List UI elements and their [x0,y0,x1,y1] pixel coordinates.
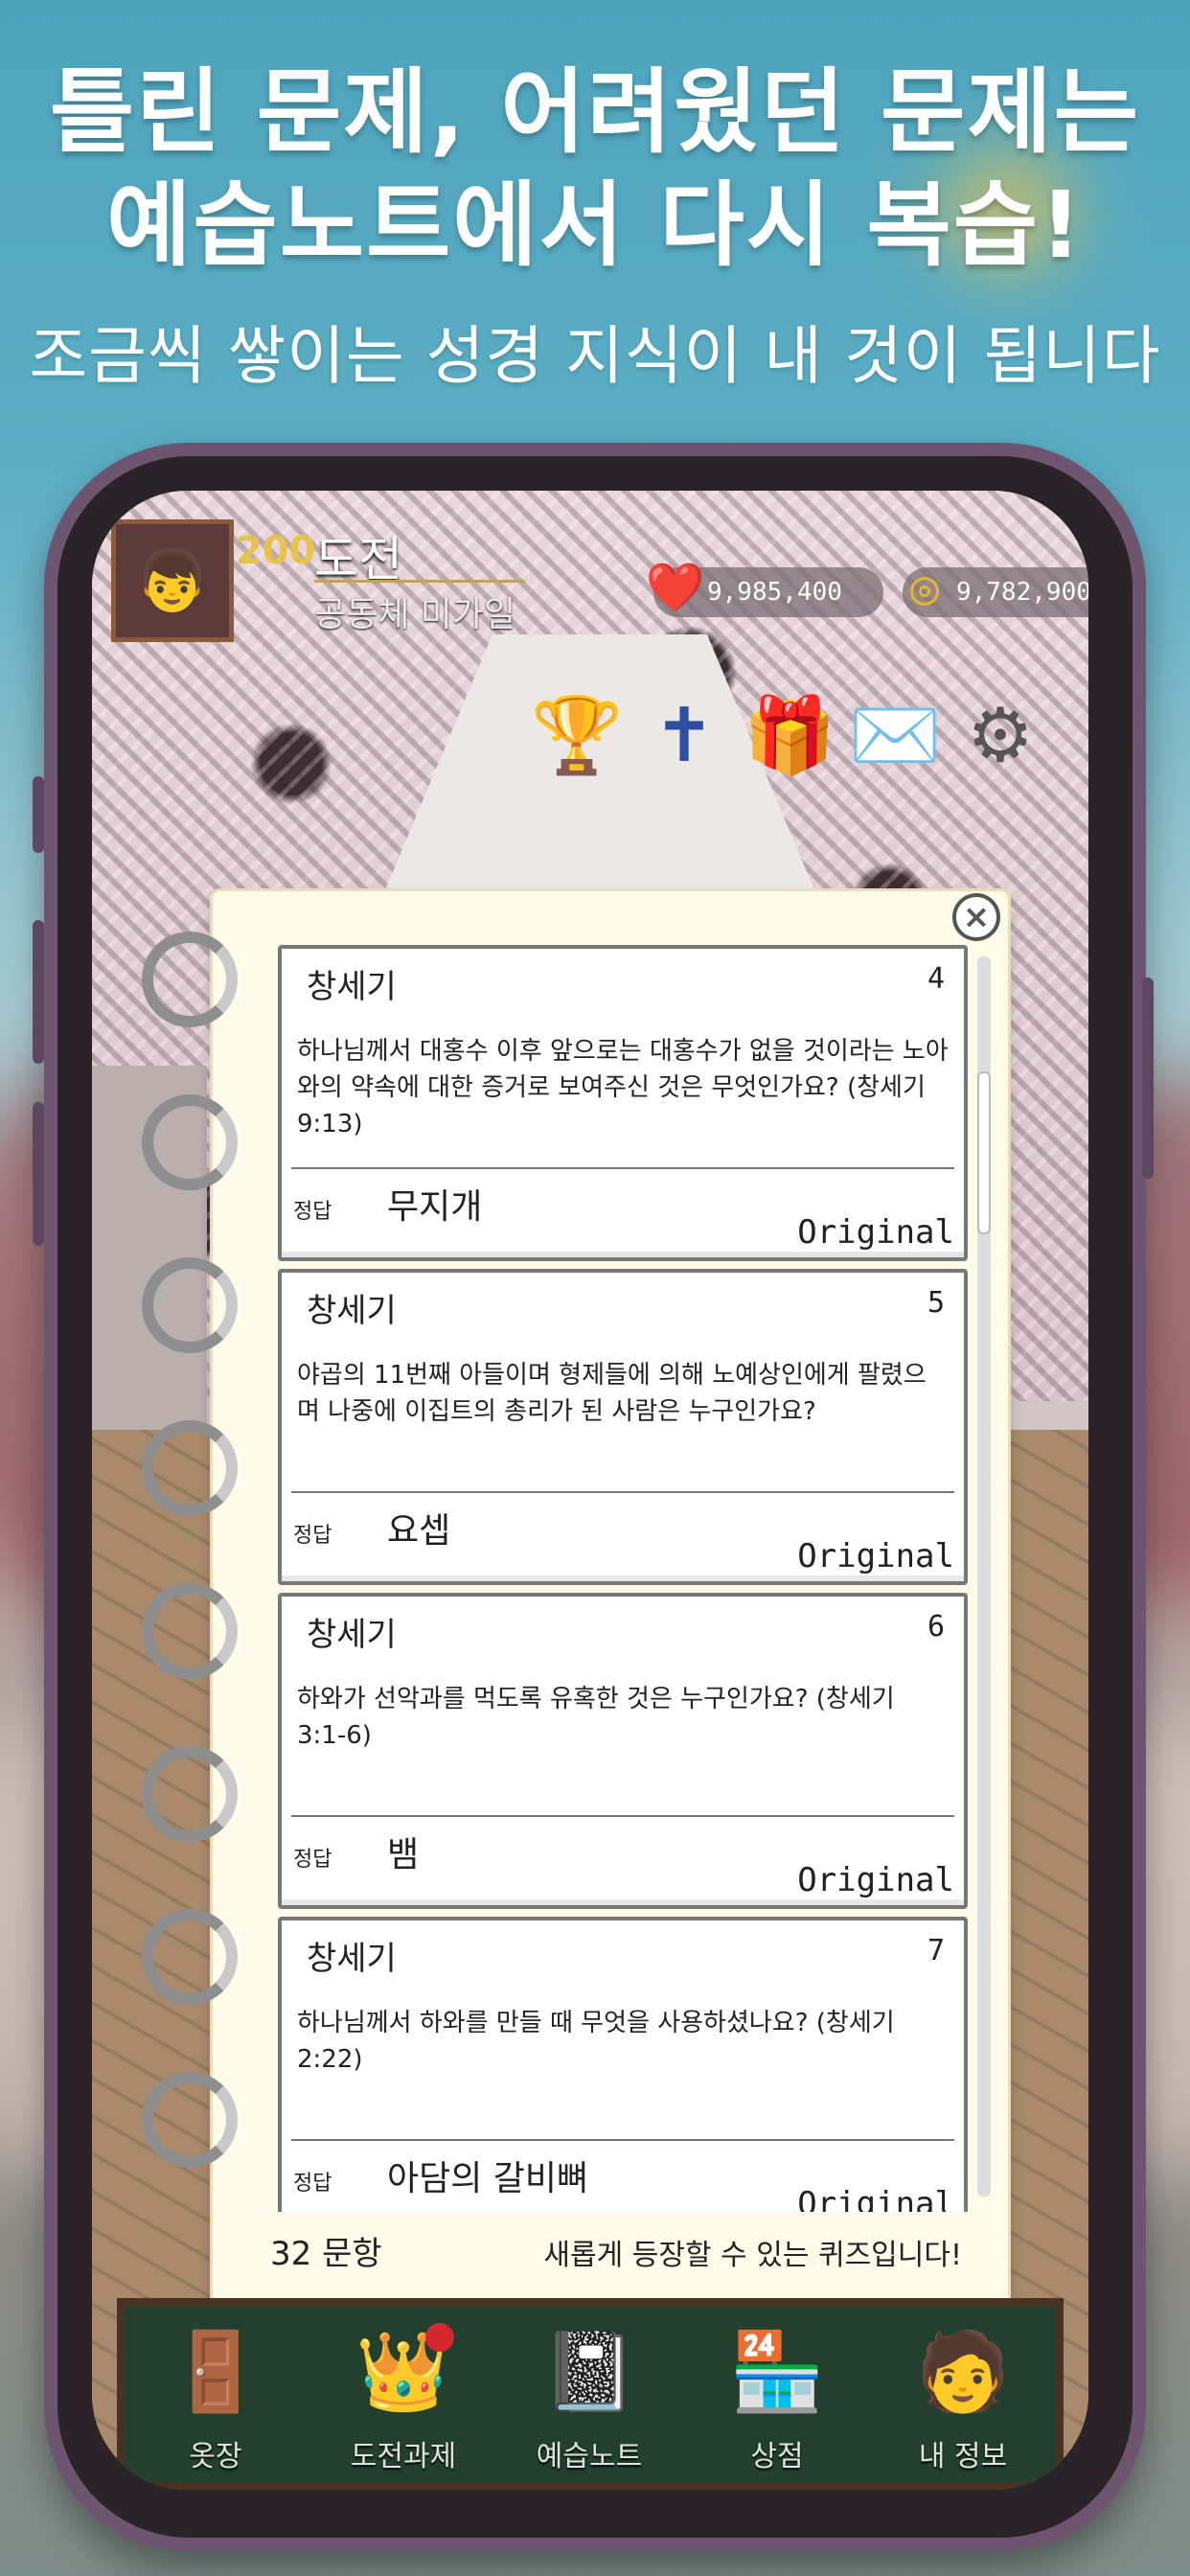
spiral-ring [142,2072,238,2168]
close-icon: × [962,898,991,936]
spiral-ring [142,1909,238,2005]
nav-wardrobe[interactable]: 🚪 옷장 [134,2319,297,2482]
game-screen: 👦 200 도전 공동체 미가일 ❤️ 9,985,400 ◎ 9,782,90… [92,491,1088,2490]
card-question: 하와가 선악과를 먹도록 유혹한 것은 누구인가요? (창세기 3:1-6) [297,1685,895,1750]
nav-label: 도전과제 [350,2440,457,2473]
nav-label: 예습노트 [536,2440,643,2473]
store-icon: 🏪 [729,2327,825,2416]
card-number: 4 [927,962,945,996]
coin-icon: ◎ [909,560,940,615]
profile-icon: 🧑 [915,2327,1011,2416]
spiral-ring [142,1257,238,1353]
card-question: 하나님께서 대홍수 이후 앞으로는 대홍수가 없을 것이라는 노아와의 약속에 … [297,1037,949,1138]
name-underline [314,580,525,583]
nav-challenges[interactable]: 👑 도전과제 [322,2319,485,2482]
card-source: Original [797,1537,954,1576]
card-answer: 아담의 갈비뼈 [387,2159,589,2198]
card-question: 야곱의 11번째 아들이며 형제들에 의해 노예상인에게 팔렸으며 나중에 이집… [297,1361,927,1426]
scrollbar-thumb[interactable] [977,1071,991,1234]
question-count: 32 문항 [270,2235,382,2273]
gift-icon[interactable]: 🎁 [743,690,835,782]
question-card[interactable]: 창세기 4 하나님께서 대홍수 이후 앞으로는 대홍수가 없을 것이라는 노아와… [278,945,968,1261]
answer-label: 정답 [293,2172,332,2196]
bottom-nav: 🚪 옷장 👑 도전과제 📓 예습노트 🏪 상점 🧑 내 정보 [117,2298,1064,2490]
card-source: Original [797,1213,954,1252]
gear-icon[interactable]: ⚙ [954,690,1046,782]
phone-volume-down [33,1102,44,1246]
close-button[interactable]: × [952,893,1000,941]
hero-title-line1: 틀린 문제, 어려웠던 문제는 [49,58,1141,166]
crown-icon: 👑 [355,2327,451,2416]
card-answer: 무지개 [387,1187,483,1227]
question-card[interactable]: 창세기 5 야곱의 11번째 아들이며 형제들에 의해 노예상인에게 팔렸으며 … [278,1269,968,1585]
spiral-ring [142,1746,238,1842]
avatar-icon: 👦 [135,545,210,615]
question-card[interactable]: 창세기 7 하나님께서 하와를 만들 때 무엇을 사용하셨나요? (창세기 2:… [278,1917,968,2212]
notebook-hint: 새롭게 등장할 수 있는 퀴즈입니다! [543,2239,962,2272]
card-book: 창세기 [307,1292,397,1330]
nav-store[interactable]: 🏪 상점 [696,2319,858,2482]
card-divider [291,1491,954,1493]
scrollbar[interactable] [977,956,991,2196]
nav-profile[interactable]: 🧑 내 정보 [881,2319,1044,2482]
spiral-ring [142,1094,238,1190]
player-title: 공동체 미가일 [314,595,516,634]
nav-label: 내 정보 [918,2440,1008,2473]
wardrobe-icon: 🚪 [168,2327,263,2416]
spiral-ring [142,1420,238,1516]
card-divider [291,1815,954,1817]
question-list[interactable]: 창세기 4 하나님께서 대홍수 이후 앞으로는 대홍수가 없을 것이라는 노아와… [278,945,968,2212]
hearts-value: 9,985,400 [707,578,842,607]
notification-dot [425,2323,454,2352]
avatar[interactable]: 👦 [111,519,234,642]
hero-subtitle: 조금씩 쌓이는 성경 지식이 내 것이 됩니다 [29,319,1161,393]
card-number: 5 [927,1286,945,1320]
spiral-ring [142,932,238,1027]
mail-icon[interactable]: ✉️ [848,690,941,782]
nav-label: 상점 [750,2440,804,2473]
phone-power-button [1142,978,1154,1179]
nav-notebook[interactable]: 📓 예습노트 [508,2319,671,2482]
card-answer: 뱀 [387,1835,420,1874]
notebook-icon: 📓 [541,2327,637,2416]
card-divider [291,1167,954,1169]
coins-value: 9,782,900 [956,578,1088,607]
card-book: 창세기 [307,1616,397,1654]
card-book: 창세기 [307,968,397,1006]
coins-counter[interactable]: ◎ 9,782,900 [903,560,1088,617]
question-card[interactable]: 창세기 6 하와가 선악과를 먹도록 유혹한 것은 누구인가요? (창세기 3:… [278,1593,968,1909]
card-divider [291,2139,954,2141]
answer-label: 정답 [293,1848,332,1872]
player-level: 200 [236,529,316,573]
phone-volume-up [33,920,44,1064]
card-number: 7 [927,1934,945,1967]
card-question: 하나님께서 하와를 만들 때 무엇을 사용하셨나요? (창세기 2:22) [297,2009,895,2074]
heart-icon: ❤️ [645,559,706,615]
answer-label: 정답 [293,1524,332,1548]
answer-label: 정답 [293,1200,332,1224]
card-source: Original [797,2185,954,2212]
review-notebook: 창세기 4 하나님께서 대홍수 이후 앞으로는 대홍수가 없을 것이라는 노아와… [213,891,1008,2310]
hero-title-line2: 예습노트에서 다시 복습! [106,172,1084,279]
card-number: 6 [927,1610,945,1644]
card-answer: 요셉 [387,1511,451,1551]
nav-label: 옷장 [189,2440,242,2473]
spiral-ring [142,1583,238,1679]
trophy-icon[interactable]: 🏆 [530,690,623,782]
banner-icon[interactable]: ✝ [638,690,730,782]
card-book: 창세기 [307,1940,397,1978]
hearts-counter[interactable]: ❤️ 9,985,400 [646,560,883,617]
phone-side-button [33,776,44,853]
card-source: Original [797,1861,954,1899]
